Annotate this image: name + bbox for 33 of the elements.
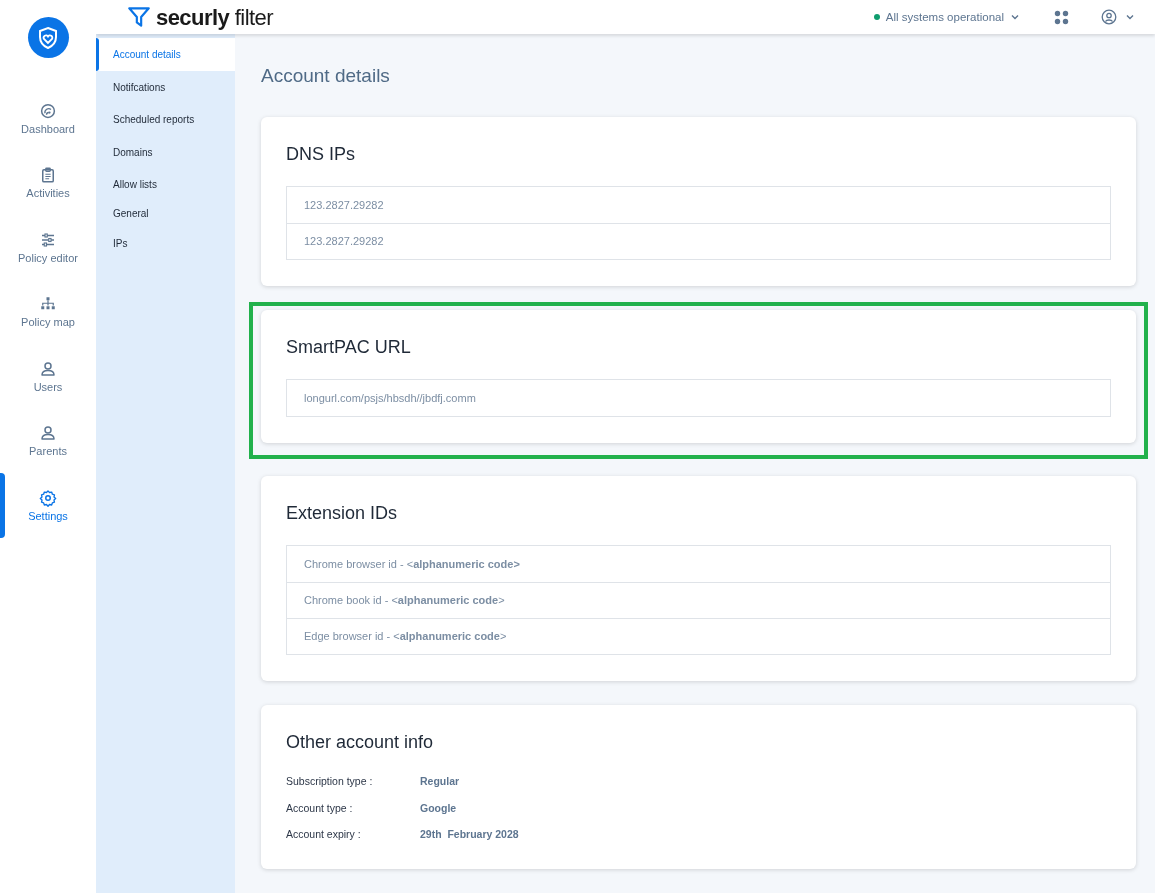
list-row: 123.2827.29282 — [287, 222, 1110, 259]
field-label: Account expiry : — [286, 827, 362, 843]
status-dropdown[interactable]: All systems operational — [873, 8, 1020, 26]
list-row: Edge browser id - <alphanumeric code> — [287, 617, 1110, 654]
list-row-text: 123.2827.29282 — [303, 197, 385, 213]
brand-logo[interactable]: securly filter — [126, 0, 274, 34]
nav-item[interactable]: Policy editor — [0, 215, 96, 280]
card-title: Other account info — [286, 730, 435, 754]
page-title: Account details — [261, 64, 391, 89]
nav-item[interactable]: Settings — [0, 473, 96, 538]
nav-item[interactable]: Users — [0, 344, 96, 409]
field-label: Subscription type : — [286, 773, 374, 789]
field-value: 29th February 2028 — [420, 827, 520, 843]
field-value: Google — [420, 800, 458, 816]
card-title: Extension IDs — [286, 501, 399, 525]
card-title: DNS IPs — [286, 142, 356, 166]
subnav-item[interactable]: Allow lists — [96, 168, 235, 201]
subnav-item[interactable]: IPs — [96, 226, 235, 260]
field-label: Account type : — [286, 800, 354, 816]
list-row-text: Chrome browser id - <alphanumeric code> — [303, 556, 521, 572]
subnav-item[interactable]: Domains — [96, 135, 235, 169]
subnav-item[interactable]: Notifcations — [96, 70, 235, 104]
field-value: Regular — [420, 773, 461, 789]
subnav-item[interactable]: Account details — [96, 38, 235, 71]
nav-item[interactable]: Dashboard — [0, 86, 96, 151]
subnav-item[interactable]: Scheduled reports — [96, 103, 235, 136]
list-row-text: longurl.com/psjs/hbsdh//jbdfj.comm — [303, 390, 477, 406]
nav-item[interactable]: Parents — [0, 408, 96, 473]
subnav-item[interactable]: General — [96, 200, 235, 227]
card-title: SmartPAC URL — [286, 335, 412, 359]
nav-item[interactable]: Policy map — [0, 279, 96, 344]
nav-item[interactable]: Activities — [0, 150, 96, 215]
list-row: Chrome book id - <alphanumeric code> — [287, 581, 1110, 618]
